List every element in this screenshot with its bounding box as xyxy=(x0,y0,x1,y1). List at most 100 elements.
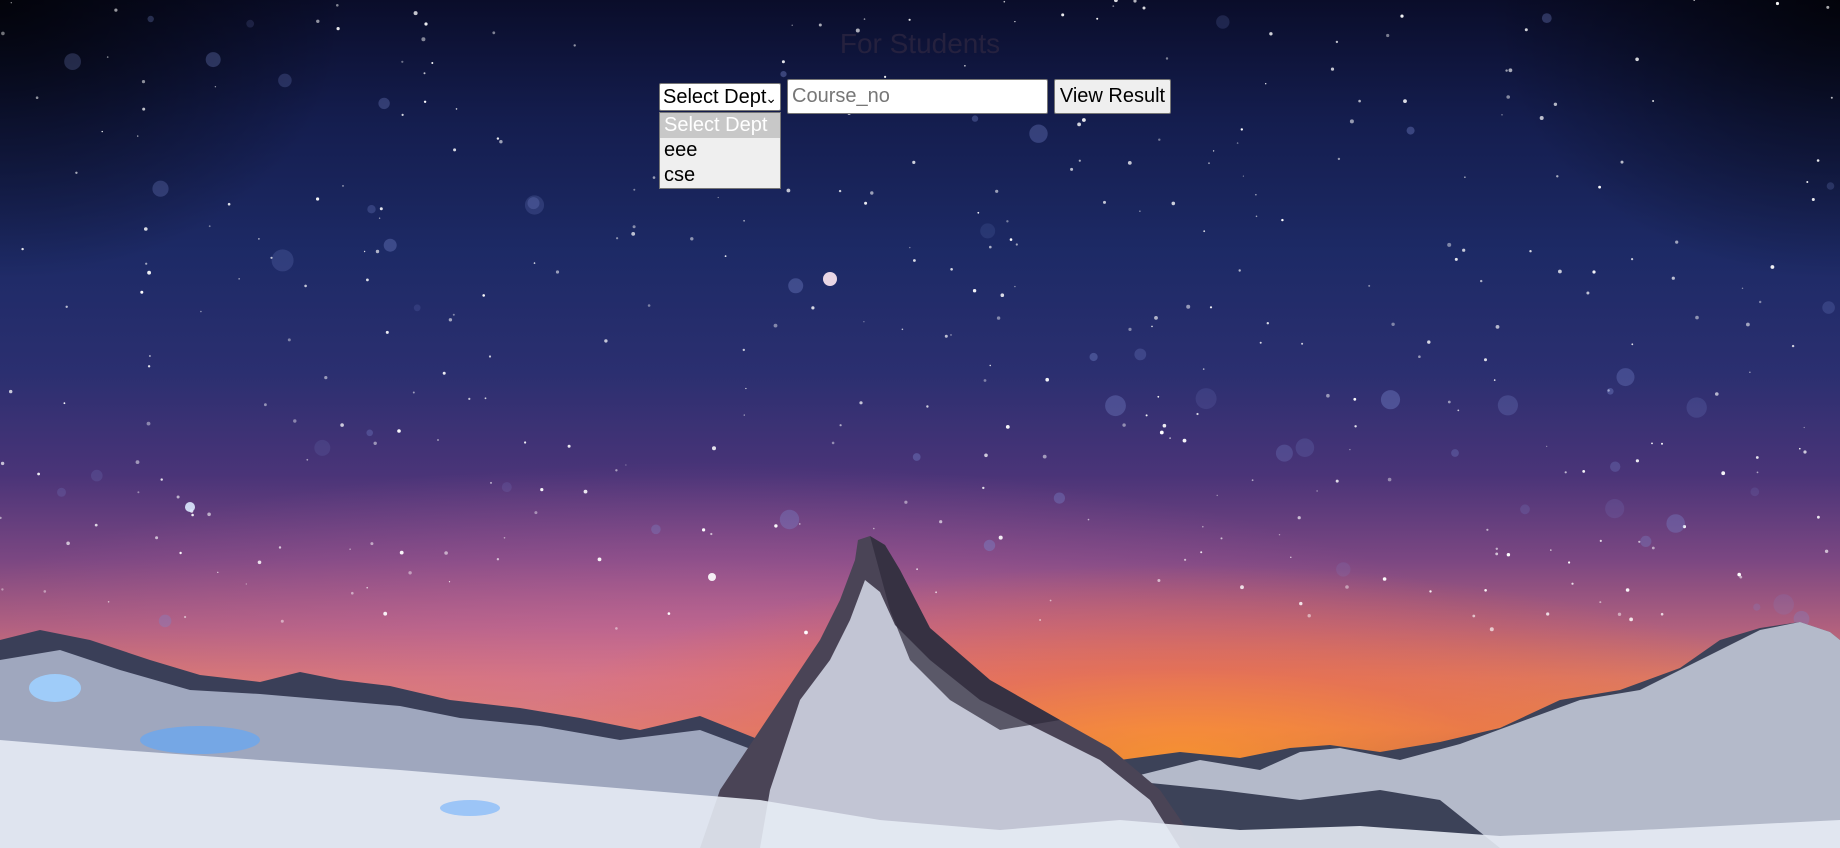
star xyxy=(271,249,294,272)
course-number-input[interactable] xyxy=(787,79,1048,114)
star xyxy=(1240,128,1244,131)
star xyxy=(1546,445,1548,447)
star xyxy=(324,376,328,380)
star xyxy=(904,500,908,504)
star xyxy=(743,414,745,416)
star xyxy=(743,219,745,222)
star xyxy=(909,246,911,249)
star xyxy=(1741,287,1744,289)
star xyxy=(200,310,202,313)
star xyxy=(1154,316,1158,320)
star xyxy=(1281,218,1284,222)
star xyxy=(1157,395,1160,398)
star xyxy=(831,441,835,445)
view-result-button[interactable]: View Result xyxy=(1054,79,1171,114)
star xyxy=(1826,182,1835,190)
star xyxy=(1546,612,1550,616)
star xyxy=(916,568,918,571)
star xyxy=(1236,142,1239,144)
star xyxy=(1162,423,1167,428)
star xyxy=(1335,479,1339,483)
star xyxy=(57,487,66,497)
star xyxy=(1195,388,1217,410)
star xyxy=(452,313,455,316)
star xyxy=(1326,393,1330,398)
star xyxy=(227,202,231,206)
star xyxy=(158,614,172,628)
star xyxy=(1240,585,1244,590)
star xyxy=(1675,240,1679,244)
star xyxy=(379,207,383,211)
star xyxy=(1171,201,1176,206)
star xyxy=(1061,13,1065,17)
star xyxy=(1598,185,1601,189)
star xyxy=(1015,243,1018,246)
star xyxy=(1216,494,1218,497)
star xyxy=(811,306,815,310)
star xyxy=(1255,215,1258,218)
star xyxy=(631,232,636,236)
star xyxy=(1638,540,1641,543)
star xyxy=(147,365,151,368)
star xyxy=(141,80,146,84)
star xyxy=(1451,449,1459,457)
star xyxy=(1770,265,1775,269)
dept-option[interactable]: cse xyxy=(660,163,780,188)
star xyxy=(1382,577,1387,581)
star xyxy=(101,130,103,133)
star xyxy=(1387,477,1392,482)
star xyxy=(1586,291,1590,295)
star xyxy=(1209,306,1213,309)
star xyxy=(788,278,804,294)
star xyxy=(397,429,401,433)
star xyxy=(1127,161,1132,165)
star xyxy=(482,294,486,297)
star xyxy=(1631,343,1634,346)
star xyxy=(1307,614,1311,618)
star xyxy=(1506,95,1510,99)
dept-select[interactable]: Select Dept ⌄ xyxy=(659,82,781,111)
star xyxy=(1006,220,1009,223)
star xyxy=(1078,159,1081,162)
star xyxy=(712,446,716,451)
star xyxy=(625,464,627,466)
star xyxy=(412,391,415,394)
star xyxy=(1145,414,1148,417)
dept-option[interactable]: Select Dept xyxy=(660,113,780,138)
star xyxy=(217,571,219,573)
dept-option[interactable]: eee xyxy=(660,138,780,163)
star xyxy=(717,196,719,199)
star xyxy=(191,513,194,517)
star xyxy=(1242,175,1244,177)
star xyxy=(1791,344,1795,348)
star xyxy=(647,304,651,307)
star xyxy=(864,201,868,205)
star xyxy=(944,334,948,338)
star xyxy=(534,511,538,515)
star xyxy=(950,334,952,336)
star xyxy=(1429,590,1432,593)
star xyxy=(1803,450,1807,454)
star xyxy=(1755,456,1759,459)
star xyxy=(65,305,68,308)
star xyxy=(135,460,140,464)
star xyxy=(363,250,366,253)
star xyxy=(859,401,863,405)
star xyxy=(1457,409,1460,412)
star xyxy=(1495,325,1500,329)
star xyxy=(1134,348,1147,361)
star xyxy=(142,107,146,111)
star xyxy=(1749,371,1751,373)
star xyxy=(145,262,148,265)
star xyxy=(91,469,103,482)
star xyxy=(342,185,344,187)
star xyxy=(1345,585,1349,589)
star xyxy=(1506,553,1511,557)
star xyxy=(366,278,369,282)
star xyxy=(1817,515,1820,519)
star xyxy=(1418,355,1421,359)
star xyxy=(1620,160,1624,164)
star xyxy=(1489,627,1494,632)
star xyxy=(1196,412,1199,416)
star xyxy=(1400,14,1404,18)
